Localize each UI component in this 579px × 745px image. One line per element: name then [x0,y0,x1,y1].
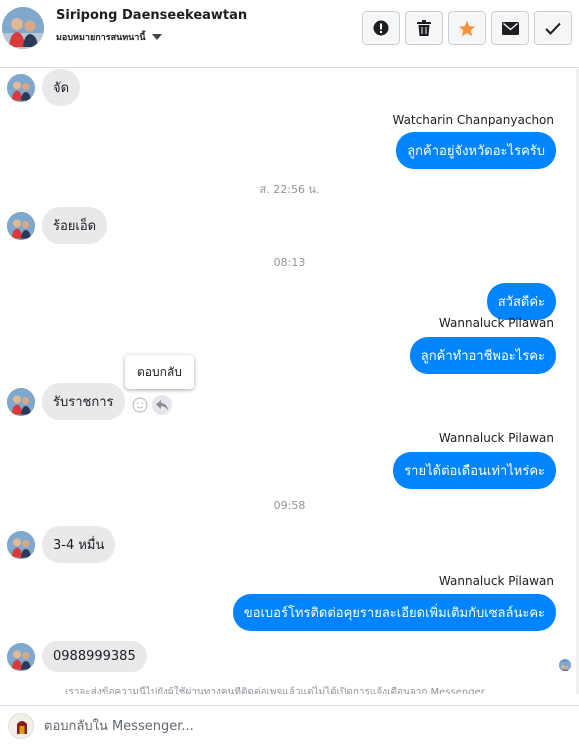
exclamation-icon [373,20,389,36]
message-row-incoming: 3-4 หมื่น [0,526,116,563]
star-button[interactable] [448,11,486,45]
contact-name[interactable]: Siripong Daenseekeawtan [56,8,247,23]
timestamp: 08:13 [273,256,306,269]
trash-icon [417,20,431,36]
message-row-outgoing: ลูกค้าทำอาชีพอะไรคะ [409,337,556,374]
message-row-incoming: จัด [0,69,81,106]
reply-arrow-icon [156,399,168,411]
envelope-icon [501,21,519,35]
message-bubble[interactable]: 0988999385 [42,641,147,672]
mark-unread-button[interactable] [491,11,529,45]
reply-input[interactable] [44,716,544,736]
assign-dropdown[interactable]: มอบหมายการสนทนานี้ [56,30,162,44]
message-row-outgoing: รายได้ต่อเดือนเท่าไหร่คะ [393,452,556,489]
message-row-incoming: รับราชการ [0,383,125,420]
message-row-outgoing: สวัสดีค่ะ [486,283,556,320]
seen-indicator-avatar [559,659,571,671]
sender-name: Wannaluck Pilawan [438,316,554,330]
message-bubble[interactable]: ลูกค้าอยู่จังหวัดอะไรครับ [396,132,556,169]
message-thread[interactable]: จัด Watcharin Chanpanyachon ลูกค้าอยู่จั… [0,69,579,694]
message-row-incoming: ร้อยเอ็ด [0,207,108,244]
react-button[interactable] [130,395,150,415]
sender-name: Wannaluck Pilawan [438,574,554,588]
conversation-header: Siripong Daenseekeawtan มอบหมายการสนทนาน… [0,0,579,68]
message-bubble[interactable]: ลูกค้าทำอาชีพอะไรคะ [409,337,556,374]
caret-down-icon [151,34,162,40]
message-row-outgoing: ลูกค้าอยู่จังหวัดอะไรครับ [396,132,556,169]
message-row-incoming: 0988999385 [0,641,147,672]
check-icon [545,22,561,35]
contact-avatar-small [7,387,35,416]
message-bubble[interactable]: ขอเบอร์โทรติดต่อคุยรายละเอียดเพิ่มเติมกั… [232,594,556,631]
message-bubble[interactable]: รับราชการ [42,383,125,420]
message-actions [130,395,172,415]
mark-done-button[interactable] [534,11,572,45]
message-bubble[interactable]: รายได้ต่อเดือนเท่าไหร่คะ [393,452,556,489]
delivery-notice: เราจะส่งข้อความนี้ไปยังผู้ใช้ผ่านทางคนที… [65,687,485,694]
sender-name: Wannaluck Pilawan [438,431,554,445]
reply-tooltip: ตอบกลับ [125,355,194,389]
delete-button[interactable] [405,11,443,45]
star-icon [458,20,476,36]
message-bubble[interactable]: สวัสดีค่ะ [486,283,556,320]
page-avatar [8,713,34,739]
contact-avatar-small [7,73,35,102]
message-bubble[interactable]: 3-4 หมื่น [42,526,116,563]
message-bubble[interactable]: จัด [42,69,81,106]
reply-button[interactable] [152,395,172,415]
assign-label: มอบหมายการสนทนานี้ [56,33,146,43]
contact-avatar-small [7,642,35,671]
contact-avatar-small [7,211,35,240]
smiley-icon [132,397,148,413]
message-row-outgoing: ขอเบอร์โทรติดต่อคุยรายละเอียดเพิ่มเติมกั… [232,594,556,631]
timestamp: 09:58 [273,499,306,512]
timestamp: ส. 22:56 น. [259,183,320,196]
contact-avatar[interactable] [2,7,44,49]
mark-spam-button[interactable] [362,11,400,45]
sender-name: Watcharin Chanpanyachon [392,113,554,127]
composer-bar [0,705,579,745]
message-bubble[interactable]: ร้อยเอ็ด [42,207,108,244]
contact-avatar-small [7,530,35,559]
